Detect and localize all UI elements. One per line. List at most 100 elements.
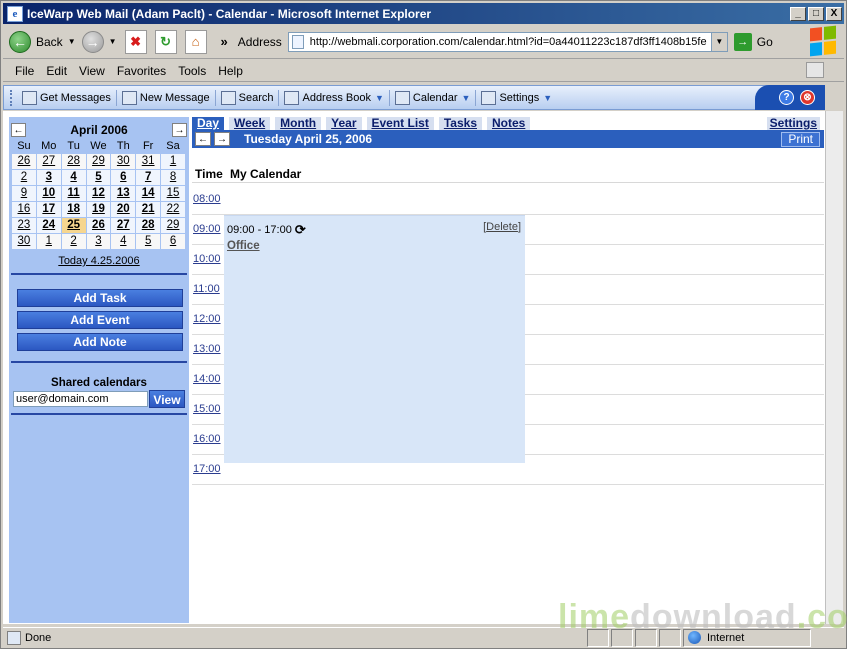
- stop-icon[interactable]: ✖: [124, 29, 147, 54]
- tab-event-list[interactable]: Event List: [366, 117, 434, 130]
- tab-month[interactable]: Month: [275, 117, 322, 130]
- mini-calendar-day[interactable]: 27: [35, 152, 62, 170]
- forward-dropdown-icon[interactable]: ▼: [109, 37, 117, 46]
- mini-calendar-day[interactable]: 26: [11, 152, 37, 170]
- search-button[interactable]: Search: [218, 90, 277, 105]
- address-dropdown-icon[interactable]: ▼: [710, 32, 727, 51]
- hour-label[interactable]: 15:00: [193, 403, 221, 415]
- settings-dropdown-icon[interactable]: ▼: [543, 93, 552, 103]
- mini-calendar-day[interactable]: 31: [135, 152, 162, 170]
- event-title[interactable]: Office: [227, 240, 260, 252]
- mini-calendar-day[interactable]: 17: [35, 200, 62, 218]
- mini-calendar-day[interactable]: 24: [35, 216, 62, 234]
- print-button[interactable]: Print: [781, 132, 820, 147]
- menu-file[interactable]: File: [9, 64, 40, 78]
- mini-calendar-day[interactable]: 6: [160, 232, 186, 250]
- mini-calendar-day[interactable]: 4: [60, 168, 87, 186]
- mini-calendar-day[interactable]: 1: [160, 152, 186, 170]
- tab-notes[interactable]: Notes: [487, 117, 531, 130]
- hour-label[interactable]: 08:00: [193, 193, 221, 205]
- today-link[interactable]: Today 4.25.2006: [9, 255, 189, 267]
- mini-calendar-day[interactable]: 11: [60, 184, 87, 202]
- address-book-dropdown-icon[interactable]: ▼: [375, 93, 384, 103]
- hour-label[interactable]: 17:00: [193, 463, 221, 475]
- forward-button[interactable]: → ▼: [81, 30, 117, 53]
- hour-label[interactable]: 11:00: [193, 283, 220, 295]
- prev-month-icon[interactable]: ←: [11, 123, 26, 137]
- add-task-button[interactable]: Add Task: [17, 289, 183, 307]
- mini-calendar-day[interactable]: 27: [110, 216, 137, 234]
- menu-view[interactable]: View: [73, 64, 111, 78]
- hour-label[interactable]: 13:00: [193, 343, 221, 355]
- new-message-button[interactable]: New Message: [119, 90, 213, 105]
- mini-calendar-day[interactable]: 2: [11, 168, 37, 186]
- add-note-button[interactable]: Add Note: [17, 333, 183, 351]
- address-url[interactable]: http://webmali.corporation.com/calendar.…: [310, 36, 711, 48]
- mini-calendar-day[interactable]: 2: [60, 232, 87, 250]
- refresh-icon[interactable]: ↻: [154, 29, 177, 54]
- logout-icon[interactable]: ⊗: [800, 90, 815, 105]
- mini-calendar-day[interactable]: 28: [135, 216, 162, 234]
- tab-day[interactable]: Day: [192, 117, 225, 130]
- mini-calendar-day[interactable]: 18: [60, 200, 87, 218]
- menu-favorites[interactable]: Favorites: [111, 64, 172, 78]
- back-button[interactable]: ← Back ▼: [9, 30, 76, 53]
- address-book-button[interactable]: Address Book ▼: [281, 90, 386, 105]
- mini-calendar-day[interactable]: 15: [160, 184, 186, 202]
- settings-button[interactable]: Settings ▼: [478, 90, 555, 105]
- hour-label[interactable]: 14:00: [193, 373, 221, 385]
- mini-calendar-day[interactable]: 30: [110, 152, 137, 170]
- toolbar-overflow-icon[interactable]: »: [221, 34, 228, 49]
- calendar-button[interactable]: Calendar ▼: [392, 90, 474, 105]
- tab-week[interactable]: Week: [229, 117, 271, 130]
- shared-calendar-input[interactable]: [13, 391, 148, 407]
- mini-calendar-day[interactable]: 20: [110, 200, 137, 218]
- event-delete-label[interactable]: Delete: [486, 221, 518, 233]
- tab-settings[interactable]: Settings: [766, 117, 820, 130]
- menu-tools[interactable]: Tools: [172, 64, 212, 78]
- view-shared-button[interactable]: View: [149, 390, 185, 408]
- address-bar[interactable]: http://webmali.corporation.com/calendar.…: [287, 31, 728, 52]
- prev-day-icon[interactable]: ←: [195, 132, 211, 146]
- minimize-button[interactable]: _: [790, 6, 806, 21]
- mini-calendar-day[interactable]: 3: [35, 168, 62, 186]
- mini-calendar-day[interactable]: 16: [11, 200, 37, 218]
- mini-calendar-day[interactable]: 29: [160, 216, 186, 234]
- mini-calendar-day[interactable]: 30: [11, 232, 37, 250]
- add-event-button[interactable]: Add Event: [17, 311, 183, 329]
- links-icon[interactable]: [806, 62, 824, 78]
- mini-calendar-day[interactable]: 5: [85, 168, 112, 186]
- mini-calendar-day[interactable]: 1: [35, 232, 62, 250]
- go-button[interactable]: → Go: [733, 32, 773, 51]
- close-button[interactable]: X: [826, 6, 842, 21]
- mini-calendar-day[interactable]: 12: [85, 184, 112, 202]
- mini-calendar-day[interactable]: 19: [85, 200, 112, 218]
- help-icon[interactable]: ?: [779, 90, 794, 105]
- hour-label[interactable]: 16:00: [193, 433, 221, 445]
- calendar-dropdown-icon[interactable]: ▼: [462, 93, 471, 103]
- next-day-icon[interactable]: →: [214, 132, 230, 146]
- home-icon[interactable]: ⌂: [184, 29, 207, 54]
- mini-calendar-day[interactable]: 9: [11, 184, 37, 202]
- mini-calendar-day[interactable]: 25: [60, 216, 87, 234]
- calendar-event[interactable]: 09:00 - 17:00 ⟳ [Delete] Office: [224, 215, 525, 463]
- menu-edit[interactable]: Edit: [40, 64, 73, 78]
- mini-calendar-day[interactable]: 14: [135, 184, 162, 202]
- mini-calendar-day[interactable]: 4: [110, 232, 137, 250]
- mini-calendar-day[interactable]: 7: [135, 168, 162, 186]
- back-dropdown-icon[interactable]: ▼: [68, 37, 76, 46]
- hour-label[interactable]: 10:00: [193, 253, 221, 265]
- tab-tasks[interactable]: Tasks: [438, 117, 482, 130]
- mini-calendar-day[interactable]: 21: [135, 200, 162, 218]
- tab-year[interactable]: Year: [326, 117, 362, 130]
- mini-calendar-day[interactable]: 13: [110, 184, 137, 202]
- mini-calendar-day[interactable]: 22: [160, 200, 186, 218]
- mini-calendar-day[interactable]: 10: [35, 184, 62, 202]
- hour-label[interactable]: 12:00: [193, 313, 221, 325]
- mini-calendar-day[interactable]: 5: [135, 232, 162, 250]
- get-messages-button[interactable]: Get Messages: [19, 90, 114, 105]
- mini-calendar-day[interactable]: 3: [85, 232, 112, 250]
- menu-help[interactable]: Help: [212, 64, 249, 78]
- mini-calendar-day[interactable]: 29: [85, 152, 112, 170]
- event-delete[interactable]: [Delete]: [483, 221, 521, 233]
